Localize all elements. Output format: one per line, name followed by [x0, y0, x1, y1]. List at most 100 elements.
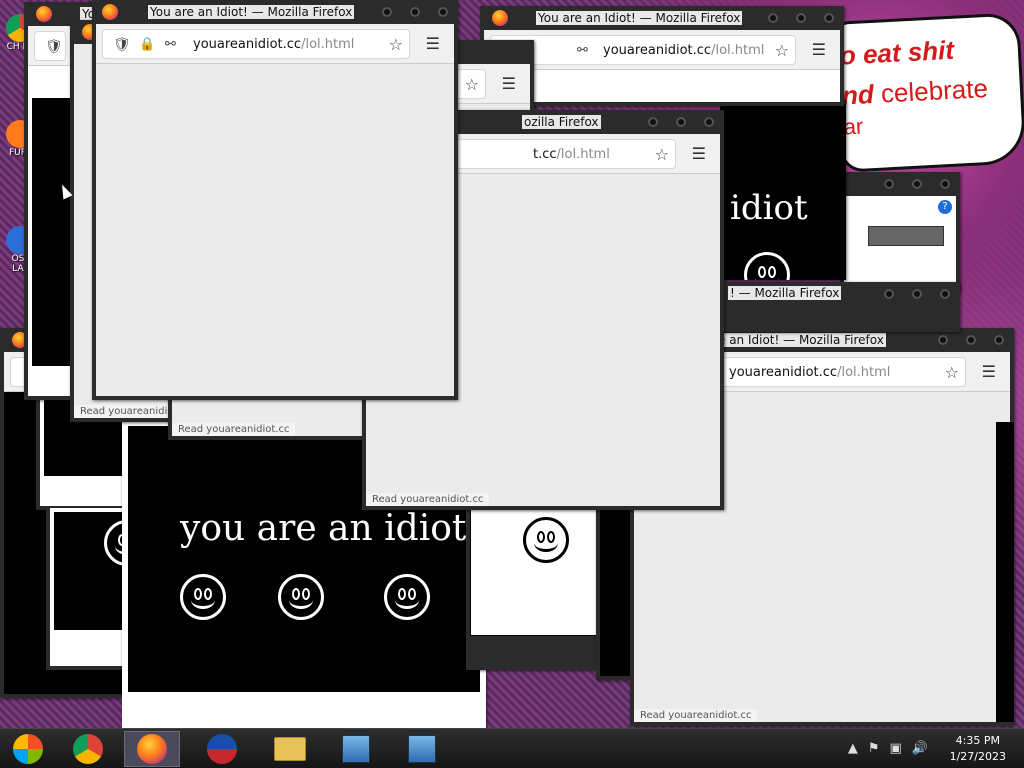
minimize-button[interactable] — [938, 335, 948, 345]
url-path: /lol.html — [556, 147, 610, 162]
minimize-button[interactable] — [768, 13, 778, 23]
smiley-icon — [278, 574, 324, 620]
bookmark-star-icon[interactable]: ☆ — [655, 145, 669, 164]
bookmark-star-icon[interactable]: ☆ — [945, 363, 959, 382]
menu-icon[interactable]: ☰ — [812, 40, 826, 59]
maximize-button[interactable] — [966, 335, 976, 345]
close-button[interactable] — [940, 289, 950, 299]
chrome-icon — [73, 734, 103, 764]
window-controls — [884, 179, 950, 189]
close-button[interactable] — [824, 13, 834, 23]
url-bar[interactable]: ⚯ youareanidiot.cc/lol.html ☆ — [490, 35, 796, 65]
window-controls — [884, 289, 950, 299]
installer-icon — [408, 735, 436, 763]
page-content — [484, 70, 840, 102]
firefox-window[interactable]: You are an Idiot! — Mozilla Firefox 🛡 🔒 … — [92, 0, 458, 400]
close-button[interactable] — [994, 335, 1004, 345]
url-host: youareanidiot.cc — [603, 43, 712, 58]
taskbar-firefox[interactable] — [124, 731, 180, 767]
url-path: /lol.html — [711, 43, 765, 58]
window-controls — [382, 7, 448, 17]
help-icon[interactable]: ? — [938, 200, 952, 214]
window-title: e an Idiot! — Mozilla Firefox — [716, 333, 886, 347]
url-bar[interactable]: 🛡 — [34, 31, 66, 61]
bookmark-star-icon[interactable]: ☆ — [775, 41, 789, 60]
window-title: ozilla Firefox — [522, 115, 601, 129]
bookmark-star-icon[interactable]: ☆ — [465, 75, 479, 94]
close-button[interactable] — [940, 179, 950, 189]
title-bar[interactable]: You are an Idiot! — Mozilla Firefox — [484, 6, 840, 30]
page-content: ? — [844, 196, 956, 288]
maximize-button[interactable] — [912, 179, 922, 189]
url-host: youareanidiot.cc — [193, 37, 302, 52]
maximize-button[interactable] — [410, 7, 420, 17]
firefox-window[interactable]: ! — Mozilla Firefox — [720, 282, 960, 332]
toolbar: 🛡 🔒 ⚯ youareanidiot.cc/lol.html ☆ ☰ — [96, 24, 454, 64]
firefox-window[interactable]: You are an Idiot! — Mozilla Firefox ⚯ yo… — [480, 6, 844, 106]
menu-icon[interactable]: ☰ — [502, 74, 516, 93]
taskbar-explorer[interactable] — [262, 731, 318, 767]
title-bar[interactable]: You are an Idiot! — Mozilla Firefox — [96, 0, 454, 24]
meme-rest: celebrate — [872, 72, 989, 109]
url-text: youareanidiot.cc/lol.html — [193, 37, 354, 52]
url-bar[interactable]: youareanidiot.cc/lol.html ☆ — [718, 357, 966, 387]
minimize-button[interactable] — [884, 179, 894, 189]
start-button[interactable] — [0, 731, 56, 767]
close-button[interactable] — [438, 7, 448, 17]
taskbar: ▲ ⚑ ▣ 🔊 4:35 PM 1/27/2023 — [0, 728, 1024, 768]
maximize-button[interactable] — [912, 289, 922, 299]
installer-icon — [342, 735, 370, 763]
url-bar[interactable]: 🛡 🔒 ⚯ youareanidiot.cc/lol.html ☆ — [102, 29, 410, 59]
url-text: youareanidiot.cc/lol.html — [729, 365, 890, 380]
clock[interactable]: 4:35 PM 1/27/2023 — [950, 733, 1006, 765]
url-text: t.cc/lol.html — [533, 147, 610, 162]
flag-icon[interactable]: ⚑ — [868, 741, 880, 756]
minimize-button[interactable] — [648, 117, 658, 127]
status-bar: Read youareanidiot.cc — [634, 709, 758, 722]
bookmark-star-icon[interactable]: ☆ — [389, 35, 403, 54]
status-bar: Read youareanidiot.cc — [366, 493, 490, 506]
url-path: /lol.html — [837, 365, 891, 380]
title-bar[interactable]: ! — Mozilla Firefox — [724, 282, 956, 306]
url-text: youareanidiot.cc/lol.html — [603, 43, 764, 58]
maximize-button[interactable] — [676, 117, 686, 127]
taskbar-app[interactable] — [194, 731, 250, 767]
menu-icon[interactable]: ☰ — [692, 144, 706, 163]
permissions-icon[interactable]: ⚯ — [577, 43, 588, 58]
smiley-icon — [384, 574, 430, 620]
idiot-text: idiot — [730, 188, 808, 228]
meme-line-2: nd celebrate — [841, 73, 988, 112]
network-icon[interactable]: ▣ — [890, 741, 902, 756]
minimize-button[interactable] — [382, 7, 392, 17]
search-input[interactable] — [868, 226, 944, 246]
maximize-button[interactable] — [796, 13, 806, 23]
url-host: youareanidiot.cc — [729, 365, 838, 380]
shield-icon[interactable]: 🛡 — [45, 39, 63, 55]
insecure-lock-icon[interactable]: 🔒 — [139, 37, 155, 52]
firefox-window[interactable]: ? — [840, 172, 960, 292]
url-path: /lol.html — [301, 37, 355, 52]
meme-line-1: o eat shit — [839, 34, 955, 71]
menu-icon[interactable]: ☰ — [426, 34, 440, 53]
window-controls — [938, 335, 1004, 345]
minimize-button[interactable] — [884, 289, 894, 299]
smiley-icon — [180, 574, 226, 620]
permissions-icon[interactable]: ⚯ — [165, 37, 176, 52]
taskbar-chrome[interactable] — [60, 731, 116, 767]
smiley-icon — [523, 517, 569, 563]
firefox-window[interactable]: idiot — [720, 100, 846, 280]
volume-icon[interactable]: 🔊 — [912, 741, 928, 756]
status-bar: Read youareanidiot.cc — [172, 423, 296, 436]
close-button[interactable] — [704, 117, 714, 127]
taskbar-installer-2[interactable] — [394, 731, 450, 767]
taskbar-installer[interactable] — [328, 731, 384, 767]
menu-icon[interactable]: ☰ — [982, 362, 996, 381]
firefox-icon — [492, 10, 508, 26]
app-icon — [207, 734, 237, 764]
shield-icon[interactable]: 🛡 — [113, 37, 131, 53]
clock-date: 1/27/2023 — [949, 750, 1006, 763]
window-title: You are an Idiot! — Mozilla Firefox — [536, 11, 743, 25]
firefox-icon — [102, 4, 118, 20]
title-bar[interactable] — [844, 172, 956, 196]
show-hidden-icons-icon[interactable]: ▲ — [848, 741, 858, 756]
